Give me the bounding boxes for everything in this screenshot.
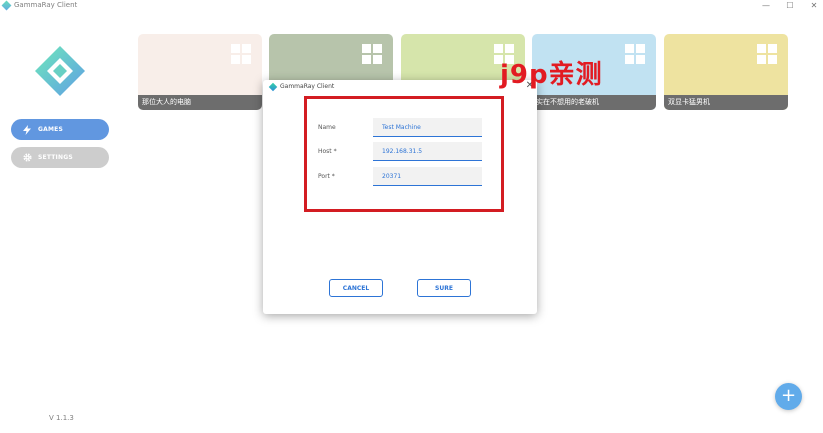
port-label: Port *	[318, 173, 335, 180]
host-input[interactable]	[373, 142, 482, 161]
watermark-text: j9p亲测	[500, 60, 603, 90]
dialog-title: GammaRay Client	[280, 83, 335, 90]
port-input[interactable]	[373, 167, 482, 186]
host-label: Host *	[318, 148, 337, 155]
add-machine-dialog: GammaRay Client ✕ CANCEL SURE	[263, 80, 537, 314]
name-input[interactable]	[373, 118, 482, 137]
cancel-button[interactable]: CANCEL	[329, 279, 383, 297]
sure-button[interactable]: SURE	[417, 279, 471, 297]
name-row: Name	[318, 118, 488, 138]
name-label: Name	[318, 124, 336, 131]
dialog-titlebar: GammaRay Client ✕	[263, 80, 537, 93]
app-logo-icon	[268, 82, 278, 92]
host-row: Host *	[318, 142, 488, 162]
port-row: Port *	[318, 167, 488, 187]
